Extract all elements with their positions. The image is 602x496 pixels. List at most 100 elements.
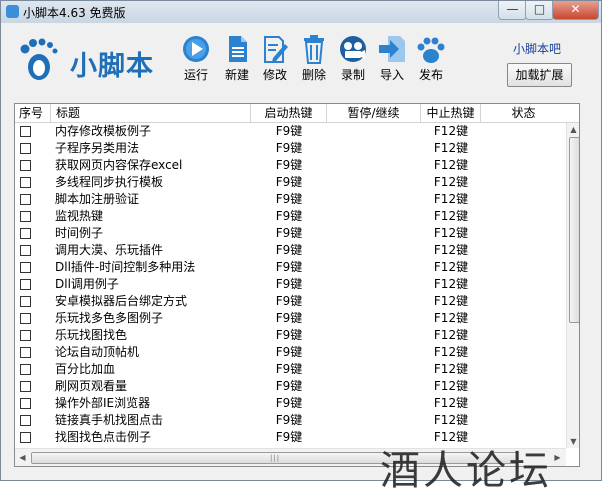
row-start-hotkey: F9键 [275, 311, 303, 325]
row-checkbox-cell[interactable] [15, 344, 51, 361]
row-checkbox-cell[interactable] [15, 412, 51, 429]
forum-link[interactable]: 小脚本吧 [513, 40, 561, 57]
table-row[interactable]: 内存修改模板例子 F9键 F12键 [15, 123, 566, 140]
col-pause-hotkey[interactable]: 暂停/继续 [327, 104, 421, 122]
col-status[interactable]: 状态 [481, 104, 566, 122]
vertical-scrollbar[interactable]: ▲ ▼ [566, 123, 579, 448]
row-checkbox-cell[interactable] [15, 242, 51, 259]
row-checkbox[interactable] [20, 364, 31, 375]
row-checkbox-cell[interactable] [15, 140, 51, 157]
row-start-hotkey: F9键 [275, 345, 303, 359]
table-row[interactable]: 时间例子 F9键 F12键 [15, 225, 566, 242]
maximize-button[interactable]: □ [525, 1, 554, 20]
table-row[interactable]: 刷网页观看量 F9键 F12键 [15, 378, 566, 395]
vertical-scroll-thumb[interactable] [569, 137, 579, 323]
import-button[interactable]: 导入 [374, 34, 410, 83]
row-checkbox-cell[interactable] [15, 327, 51, 344]
row-checkbox[interactable] [20, 143, 31, 154]
row-checkbox-cell[interactable] [15, 225, 51, 242]
table-row[interactable]: 百分比加血 F9键 F12键 [15, 361, 566, 378]
row-checkbox[interactable] [20, 177, 31, 188]
scroll-down-icon[interactable]: ▼ [567, 435, 579, 448]
new-button[interactable]: 新建 [219, 34, 255, 83]
row-checkbox[interactable] [20, 126, 31, 137]
row-checkbox-cell[interactable] [15, 395, 51, 412]
row-checkbox-cell[interactable] [15, 361, 51, 378]
table-row[interactable]: Dll插件-时间控制多种用法 F9键 F12键 [15, 259, 566, 276]
record-button[interactable]: 录制 [335, 34, 371, 83]
row-checkbox-cell[interactable] [15, 191, 51, 208]
row-status [481, 123, 579, 140]
row-checkbox[interactable] [20, 432, 31, 443]
row-checkbox[interactable] [20, 160, 31, 171]
col-start-hotkey[interactable]: 启动热键 [251, 104, 327, 122]
row-pause-hotkey [327, 208, 421, 225]
row-checkbox[interactable] [20, 313, 31, 324]
table-row[interactable]: 乐玩找多色多图例子 F9键 F12键 [15, 310, 566, 327]
row-checkbox[interactable] [20, 296, 31, 307]
row-checkbox-cell[interactable] [15, 310, 51, 327]
col-number[interactable]: 序号 [15, 104, 51, 122]
row-checkbox-cell[interactable] [15, 259, 51, 276]
scroll-up-icon[interactable]: ▲ [567, 123, 579, 136]
row-pause-hotkey [327, 344, 421, 361]
row-checkbox-cell[interactable] [15, 276, 51, 293]
table-row[interactable]: 调用大漠、乐玩插件 F9键 F12键 [15, 242, 566, 259]
row-status [481, 225, 579, 242]
row-checkbox-cell[interactable] [15, 378, 51, 395]
row-checkbox-cell[interactable] [15, 208, 51, 225]
table-row[interactable]: 多线程同步执行模板 F9键 F12键 [15, 174, 566, 191]
row-checkbox-cell[interactable] [15, 293, 51, 310]
table-row[interactable]: 乐玩找图找色 F9键 F12键 [15, 327, 566, 344]
table-row[interactable]: 链接真手机找图点击 F9键 F12键 [15, 412, 566, 429]
delete-button[interactable]: 删除 [296, 34, 332, 83]
window-title: 小脚本4.63 免费版 [23, 6, 126, 20]
scroll-right-icon[interactable]: ▶ [551, 451, 564, 464]
scroll-left-icon[interactable]: ◀ [16, 451, 29, 464]
table-row[interactable]: 论坛自动顶帖机 F9键 F12键 [15, 344, 566, 361]
row-checkbox[interactable] [20, 347, 31, 358]
row-start-hotkey: F9键 [275, 175, 303, 189]
row-checkbox[interactable] [20, 262, 31, 273]
row-status [481, 327, 579, 344]
table-row[interactable]: 安卓模拟器后台绑定方式 F9键 F12键 [15, 293, 566, 310]
table-row[interactable]: 监视热键 F9键 F12键 [15, 208, 566, 225]
import-icon [379, 36, 405, 62]
row-pause-hotkey [327, 140, 421, 157]
close-button[interactable]: ✕ [552, 1, 599, 20]
row-checkbox[interactable] [20, 211, 31, 222]
table-row[interactable]: 脚本加注册验证 F9键 F12键 [15, 191, 566, 208]
row-checkbox[interactable] [20, 415, 31, 426]
row-checkbox[interactable] [20, 381, 31, 392]
row-checkbox-cell[interactable] [15, 174, 51, 191]
publish-button[interactable]: 发布 [413, 34, 449, 83]
table-row[interactable]: Dll调用例子 F9键 F12键 [15, 276, 566, 293]
table-row[interactable]: 操作外部IE浏览器 F9键 F12键 [15, 395, 566, 412]
row-stop-hotkey: F12键 [433, 158, 469, 172]
row-checkbox[interactable] [20, 228, 31, 239]
row-checkbox[interactable] [20, 245, 31, 256]
row-stop-hotkey: F12键 [433, 413, 469, 427]
row-checkbox[interactable] [20, 279, 31, 290]
row-checkbox-cell[interactable] [15, 157, 51, 174]
row-checkbox-cell[interactable] [15, 123, 51, 140]
row-pause-hotkey [327, 412, 421, 429]
footprint-icon [20, 38, 58, 80]
run-button[interactable]: 运行 [178, 34, 214, 83]
row-pause-hotkey [327, 157, 421, 174]
table-row[interactable]: 子程序另类用法 F9键 F12键 [15, 140, 566, 157]
edit-button[interactable]: 修改 [257, 34, 293, 83]
minimize-button[interactable]: — [498, 1, 527, 20]
row-stop-hotkey: F12键 [433, 209, 469, 223]
col-stop-hotkey[interactable]: 中止热键 [421, 104, 481, 122]
load-extension-button[interactable]: 加载扩展 [507, 63, 572, 87]
row-status [481, 174, 579, 191]
row-checkbox[interactable] [20, 194, 31, 205]
table-header: 序号 标题 启动热键 暂停/继续 中止热键 状态 [15, 104, 579, 123]
table-row[interactable]: 获取网页内容保存excel F9键 F12键 [15, 157, 566, 174]
row-checkbox[interactable] [20, 330, 31, 341]
row-checkbox[interactable] [20, 398, 31, 409]
row-checkbox-cell[interactable] [15, 429, 51, 446]
row-start-hotkey: F9键 [275, 158, 303, 172]
col-title[interactable]: 标题 [51, 104, 251, 122]
